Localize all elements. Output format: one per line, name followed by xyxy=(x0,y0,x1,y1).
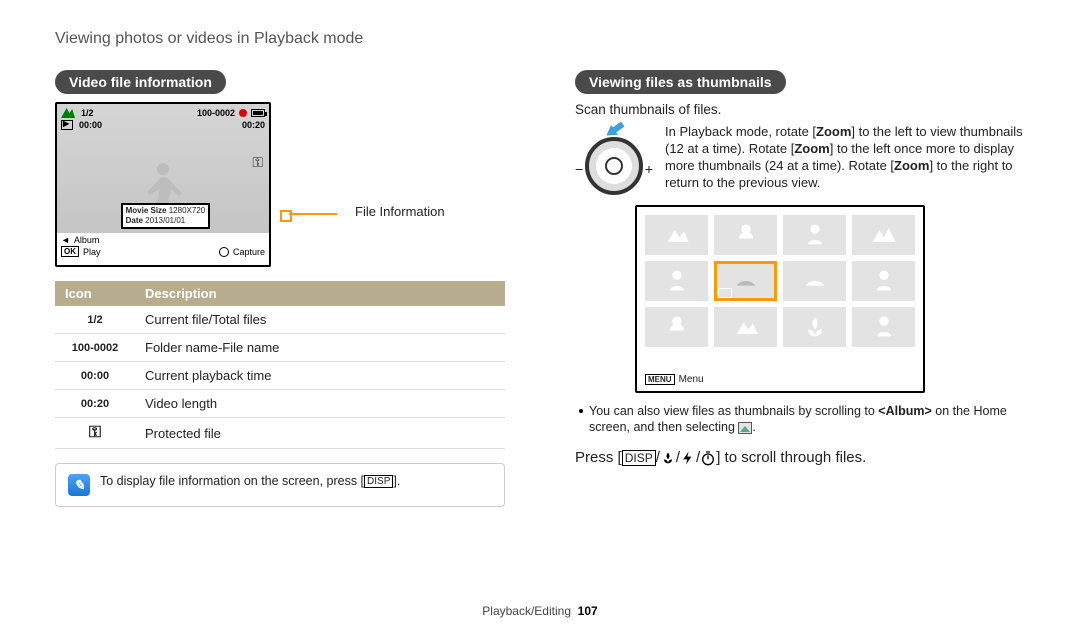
macro-icon xyxy=(660,450,676,466)
thumb-item xyxy=(645,261,708,301)
right-column: Viewing files as thumbnails Scan thumbna… xyxy=(575,70,1025,507)
table-row: 100-0002Folder name-File name xyxy=(55,334,505,362)
video-preview: 1/2 100-0002 00:00 00:20 ⚿ xyxy=(55,102,271,267)
play-label: Play xyxy=(83,247,101,257)
press-instruction: Press [DISP///] to scroll through files. xyxy=(575,449,1025,466)
note-text: To display file information on the scree… xyxy=(100,474,400,488)
album-label: Album xyxy=(74,235,100,245)
video-mode-icon xyxy=(61,120,73,130)
file-info-overlay: Movie Size 1280X720 Date 2013/01/01 xyxy=(121,203,211,229)
thumb-item xyxy=(852,215,915,255)
lock-icon: ⚿ xyxy=(89,424,101,441)
bullet-note: You can also view files as thumbnails by… xyxy=(579,403,1025,435)
th-icon: Icon xyxy=(55,281,135,306)
album-thumb-icon xyxy=(738,422,752,434)
flash-icon xyxy=(680,450,696,466)
table-row: 00:20Video length xyxy=(55,390,505,418)
thumb-item xyxy=(714,215,777,255)
thumbnail-grid-preview: MENU Menu xyxy=(635,205,925,393)
page-title: Viewing photos or videos in Playback mod… xyxy=(55,30,1025,48)
battery-icon xyxy=(251,109,265,117)
thumb-item xyxy=(645,307,708,347)
left-column: Video file information 1/2 100-0002 xyxy=(55,70,505,507)
callout-line xyxy=(289,213,337,215)
flower-button-icon xyxy=(219,247,229,257)
file-counter: 1/2 xyxy=(81,108,94,118)
thumb-item xyxy=(852,307,915,347)
thumb-item-selected xyxy=(714,261,777,301)
video-length: 00:20 xyxy=(242,120,265,130)
thumb-item xyxy=(783,261,846,301)
table-row: 1/2Current file/Total files xyxy=(55,306,505,334)
note-info-icon: ✎ xyxy=(68,474,90,496)
scan-text: Scan thumbnails of files. xyxy=(575,102,1025,117)
disp-button-icon: DISP xyxy=(364,475,393,488)
section-heading-video-info: Video file information xyxy=(55,70,226,94)
note-box: ✎ To display file information on the scr… xyxy=(55,463,505,507)
zoom-dial-text: In Playback mode, rotate [Zoom] to the l… xyxy=(665,123,1025,191)
thumb-item xyxy=(783,307,846,347)
thumb-item xyxy=(852,261,915,301)
back-arrow-icon: ◄ xyxy=(61,235,70,245)
thumb-item xyxy=(714,307,777,347)
icon-description-table: Icon Description 1/2Current file/Total f… xyxy=(55,281,505,449)
disp-button-icon: DISP xyxy=(622,450,656,466)
thumb-item xyxy=(645,215,708,255)
current-time: 00:00 xyxy=(79,120,102,130)
menu-button-icon: MENU xyxy=(645,374,675,385)
page-footer: Playback/Editing 107 xyxy=(0,604,1080,618)
capture-label: Capture xyxy=(233,247,265,257)
photo-icon xyxy=(61,108,75,118)
timer-icon xyxy=(700,450,716,466)
th-desc: Description xyxy=(135,281,505,306)
record-dot-icon xyxy=(239,109,247,117)
section-heading-thumbnails: Viewing files as thumbnails xyxy=(575,70,786,94)
callout-text: File Information xyxy=(355,204,445,219)
table-row: ⚿Protected file xyxy=(55,418,505,449)
zoom-dial-figure xyxy=(575,123,653,195)
ok-button-icon: OK xyxy=(61,246,79,257)
thumb-item xyxy=(783,215,846,255)
menu-label: Menu xyxy=(679,374,704,385)
zoom-dial-icon xyxy=(585,137,643,195)
table-row: 00:00Current playback time xyxy=(55,362,505,390)
file-id: 100-0002 xyxy=(197,108,235,118)
lock-icon: ⚿ xyxy=(252,154,263,171)
